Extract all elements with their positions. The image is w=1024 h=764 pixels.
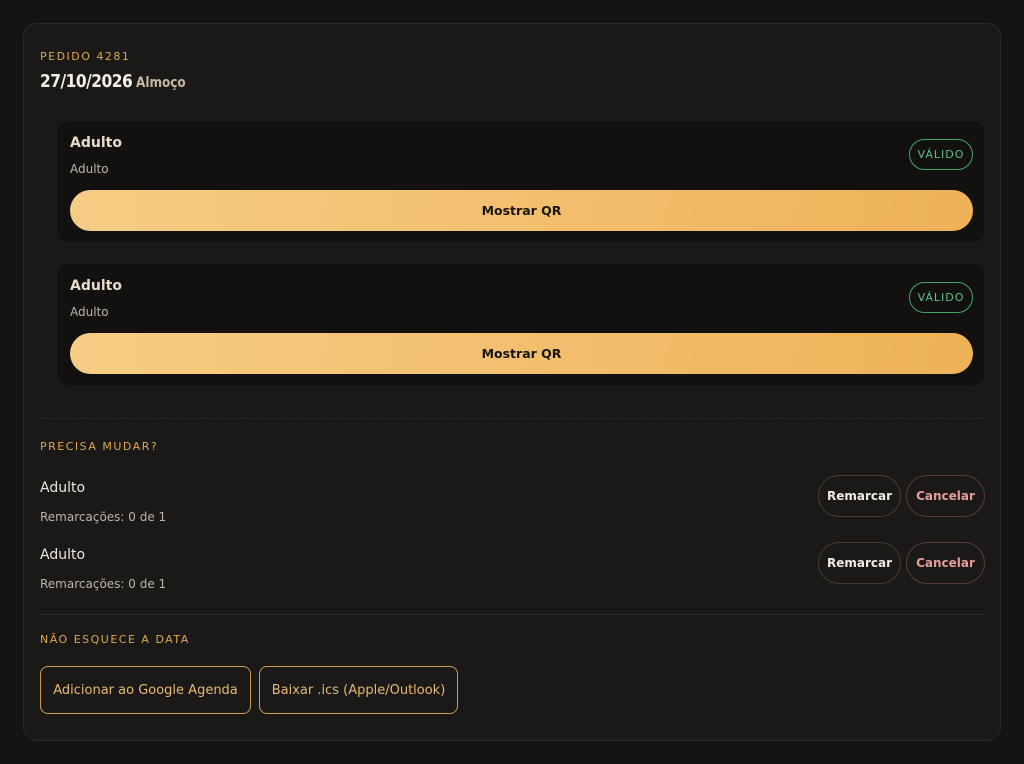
reschedule-button[interactable]: Remarcar [818, 475, 901, 517]
calendar-section-label: NÃO ESQUECE A DATA [40, 633, 190, 646]
ticket-type: Adulto [70, 305, 109, 319]
section-divider [40, 614, 984, 615]
add-google-calendar-button[interactable]: Adicionar ao Google Agenda [40, 666, 251, 714]
order-meal: Almoço [136, 75, 187, 91]
ticket-card: Adulto Adulto VÁLIDO Mostrar QR [58, 121, 984, 242]
reschedule-count: Remarcações: 0 de 1 [40, 577, 167, 591]
show-qr-button[interactable]: Mostrar QR [70, 333, 973, 374]
order-card: PEDIDO 4281 27/10/2026 · Almoço Adulto A… [23, 23, 1001, 741]
order-title: 27/10/2026 · Almoço [40, 71, 194, 92]
status-badge: VÁLIDO [909, 139, 973, 170]
reschedule-button[interactable]: Remarcar [818, 542, 901, 584]
cancel-button[interactable]: Cancelar [906, 475, 985, 517]
change-row: Adulto Remarcações: 0 de 1 Remarcar Canc… [40, 475, 985, 528]
download-ics-button[interactable]: Baixar .ics (Apple/Outlook) [259, 666, 458, 714]
order-date: 27/10/2026 [40, 71, 133, 92]
ticket-name: Adulto [70, 278, 122, 294]
ticket-name: Adulto [70, 135, 122, 151]
section-divider [40, 418, 984, 419]
change-row: Adulto Remarcações: 0 de 1 Remarcar Canc… [40, 542, 985, 595]
show-qr-button[interactable]: Mostrar QR [70, 190, 973, 231]
reschedule-count: Remarcações: 0 de 1 [40, 510, 167, 524]
cancel-button[interactable]: Cancelar [906, 542, 985, 584]
change-ticket-name: Adulto [40, 480, 86, 496]
changes-section-label: PRECISA MUDAR? [40, 440, 159, 453]
order-number: PEDIDO 4281 [40, 50, 131, 63]
ticket-card: Adulto Adulto VÁLIDO Mostrar QR [58, 264, 984, 385]
status-badge: VÁLIDO [909, 282, 973, 313]
change-ticket-name: Adulto [40, 547, 86, 563]
ticket-type: Adulto [70, 162, 109, 176]
